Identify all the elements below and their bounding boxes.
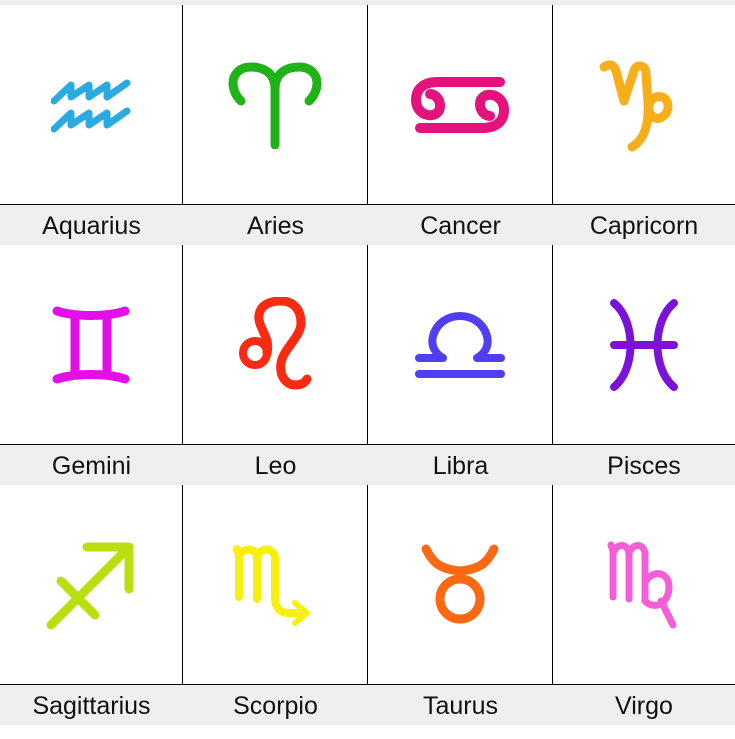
sign-tile [183,485,368,685]
capricorn-icon [599,59,673,151]
sign-label: Libra [432,452,489,480]
sign-label: Gemini [51,452,132,480]
sign-tile [553,245,735,445]
zodiac-row: Aquarius Aries Cancer Capricorn [0,5,735,245]
aquarius-icon [51,79,131,132]
sign-label: Cancer [420,212,501,240]
pisces-icon [610,298,678,391]
sign-label: Virgo [615,692,673,720]
sign-label: Aries [247,212,304,240]
sign-tile [553,485,735,685]
scorpio-icon [233,544,310,626]
sign-tile [0,5,183,205]
sign-tile [368,245,553,445]
zodiac-row: Gemini Leo Libra Pisces [0,245,735,485]
sign-tile [0,485,183,685]
leo-icon [239,296,312,389]
sign-tile [183,245,368,445]
sign-tile [368,5,553,205]
sign-label: Scorpio [233,692,318,720]
sign-tile [368,485,553,685]
sign-tile [183,5,368,205]
sign-label: Capricorn [589,212,699,240]
cancer-icon [411,76,509,133]
aries-icon [228,62,322,149]
sign-tile [553,5,735,205]
sign-label: Sagittarius [32,692,151,720]
sagittarius-icon [46,542,134,629]
zodiac-grid: Aquarius Aries Cancer Capricorn Gemini L… [0,5,735,725]
sign-label: Pisces [607,452,681,480]
sign-label: Aquarius [42,212,141,240]
taurus-icon [421,544,499,623]
gemini-icon [52,306,130,383]
virgo-icon [607,541,677,628]
sign-tile [0,245,183,445]
sign-label: Taurus [422,692,499,720]
libra-icon [415,311,505,378]
sign-label: Leo [254,452,297,480]
zodiac-row: Sagittarius Scorpio Taurus Virgo [0,485,735,725]
